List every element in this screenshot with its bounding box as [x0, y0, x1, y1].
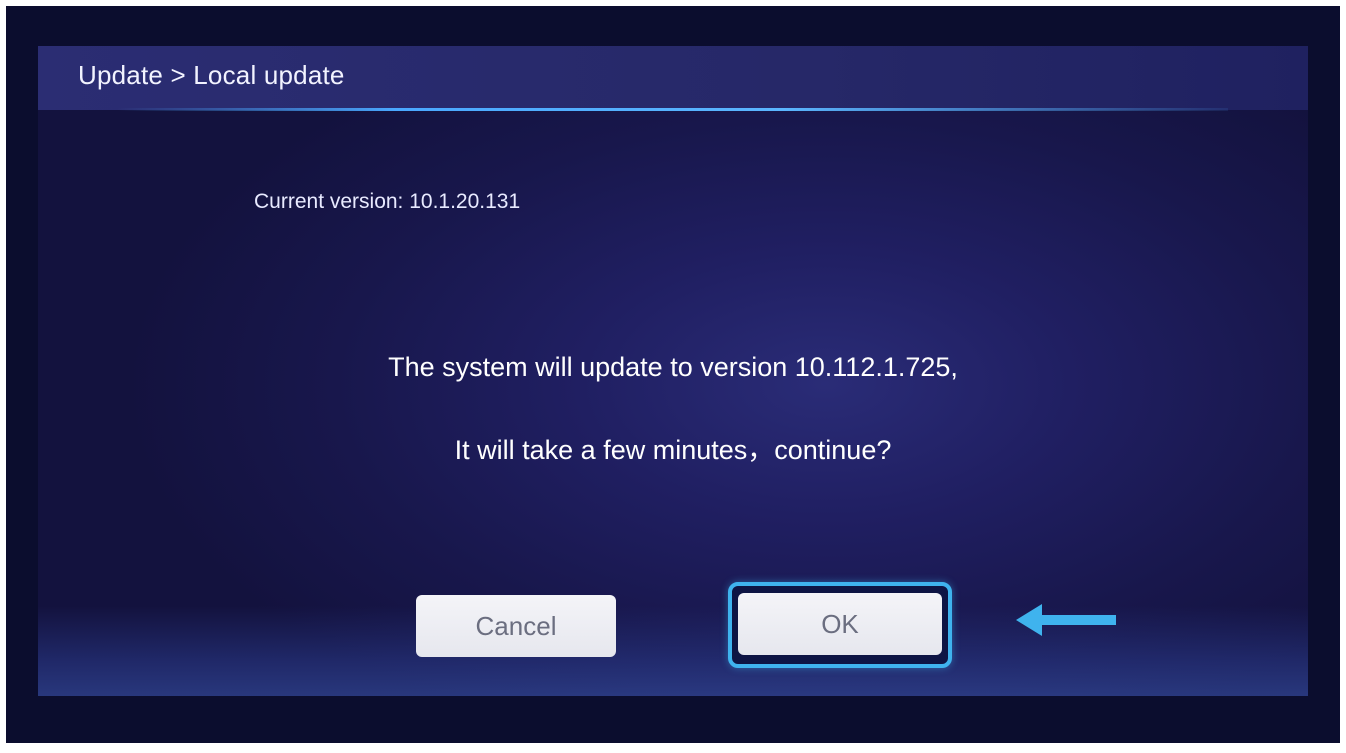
current-version-text: Current version: 10.1.20.131 [254, 190, 521, 213]
header-bar: Update > Local update [38, 46, 1308, 111]
header-divider [118, 108, 1228, 111]
breadcrumb-title: Update > Local update [78, 60, 345, 90]
bottom-glow [38, 606, 1308, 696]
cancel-button[interactable]: Cancel [416, 595, 616, 657]
ok-button[interactable]: OK [738, 593, 942, 655]
left-arrow-icon [1016, 604, 1116, 636]
update-screen: Update > Local update Current version: 1… [38, 46, 1308, 696]
left-arrow-shape [1016, 604, 1116, 636]
update-message-line-2: It will take a few minutes，continue? [454, 435, 892, 465]
update-message-line-1: The system will update to version 10.112… [388, 352, 958, 382]
tv-frame: Update > Local update Current version: 1… [6, 6, 1340, 743]
ok-button-focus-ring[interactable]: OK [728, 582, 952, 668]
